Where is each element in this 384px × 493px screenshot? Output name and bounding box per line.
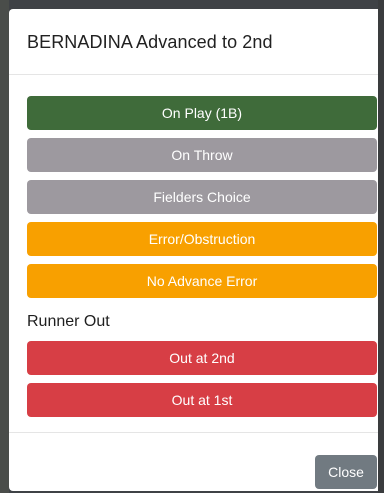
fielders-choice-button[interactable]: Fielders Choice — [27, 180, 377, 214]
dialog-title: BERNADINA Advanced to 2nd — [27, 32, 273, 52]
error-obstruction-button[interactable]: Error/Obstruction — [27, 222, 377, 256]
advance-runner-dialog: BERNADINA Advanced to 2nd On Play (1B) O… — [9, 9, 384, 491]
out-at-1st-button[interactable]: Out at 1st — [27, 383, 377, 417]
close-button[interactable]: Close — [315, 455, 377, 489]
no-advance-error-button[interactable]: No Advance Error — [27, 264, 377, 298]
out-at-2nd-button[interactable]: Out at 2nd — [27, 341, 377, 375]
background-page-edge-right — [378, 0, 384, 493]
dialog-footer: Close — [9, 432, 384, 491]
background-page-edge — [0, 0, 9, 493]
runner-out-heading: Runner Out — [27, 313, 110, 330]
dialog-body: On Play (1B) On Throw Fielders Choice Er… — [9, 75, 384, 417]
dialog-header: BERNADINA Advanced to 2nd — [9, 9, 384, 75]
on-play-button[interactable]: On Play (1B) — [27, 96, 377, 130]
on-throw-button[interactable]: On Throw — [27, 138, 377, 172]
